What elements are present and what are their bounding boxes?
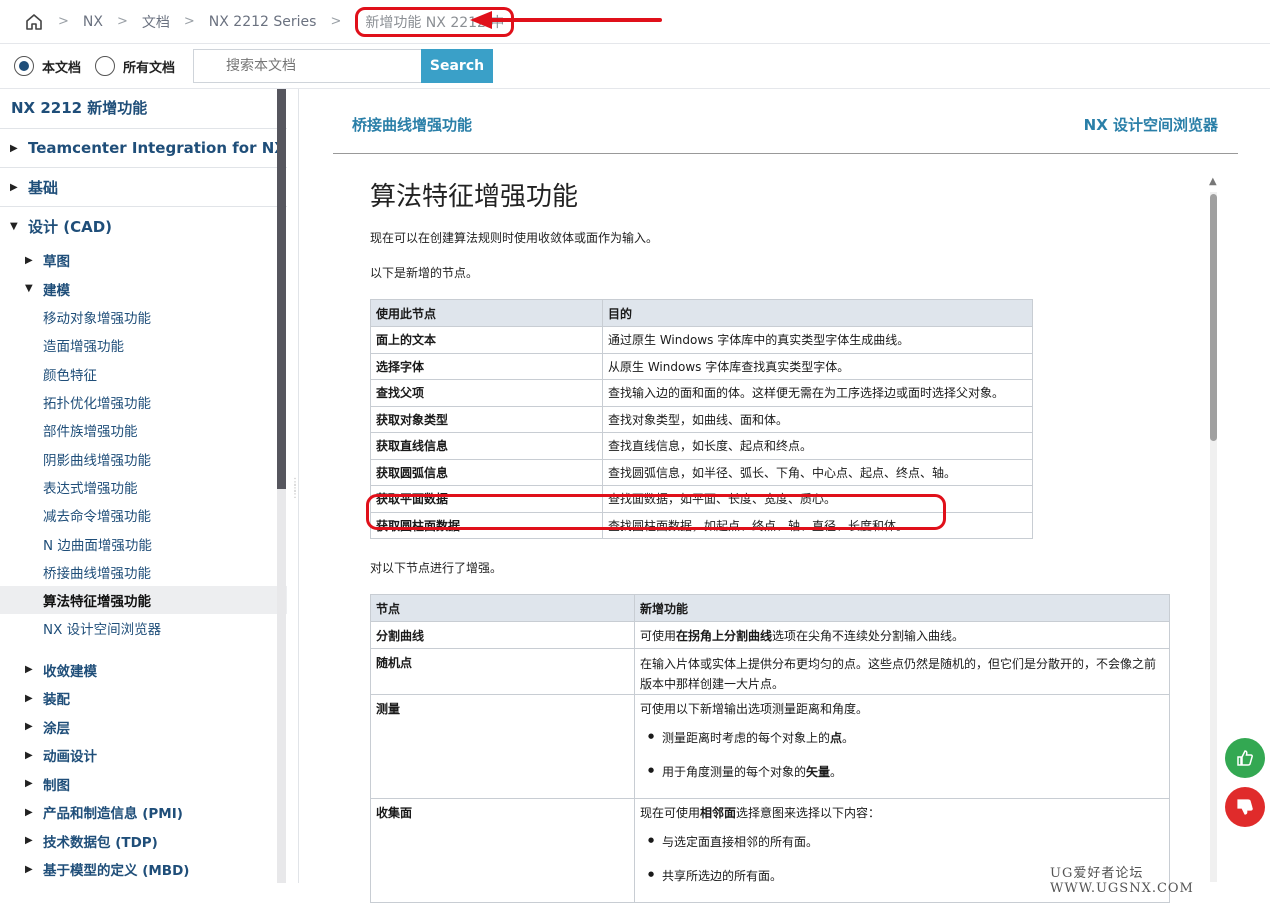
toc-item-subtract[interactable]: 减去命令增强功能 <box>0 501 287 529</box>
pane-splitter-handle[interactable]: ⋮ ⋮ ⋮ <box>290 478 300 516</box>
caret-right-icon[interactable]: ▶ <box>25 864 35 875</box>
toc-item-part-family[interactable]: 部件族增强功能 <box>0 416 287 444</box>
scope-this-doc-label: 本文档 <box>42 60 82 76</box>
new-nodes-intro: 以下是新增的节点。 <box>370 266 479 280</box>
toc-item-face-creation[interactable]: 造面增强功能 <box>0 331 287 359</box>
table-header: 节点 <box>370 594 635 622</box>
scope-this-doc-radio[interactable]: 本文档 <box>14 56 81 76</box>
toc-item-topology-optimization[interactable]: 拓扑优化增强功能 <box>0 388 287 416</box>
bullet-list: 测量距离时考虑的每个对象上的点。 用于角度测量的每个对象的矢量。 <box>640 729 1164 780</box>
list-item: 用于角度测量的每个对象的矢量。 <box>648 763 1164 780</box>
radio-unchecked-icon <box>95 56 116 76</box>
toc-item-pmi[interactable]: ▶ 产品和制造信息 (PMI) <box>0 798 287 827</box>
toc-item-shadow-curve[interactable]: 阴影曲线增强功能 <box>0 444 287 472</box>
watermark: UG爱好者论坛 WWW.UGSNX.COM <box>1050 866 1194 896</box>
scroll-up-arrow-icon[interactable]: ▲ <box>1209 176 1217 187</box>
breadcrumb-item-nx[interactable]: NX <box>83 14 103 30</box>
table-row: 面上的文本 通过原生 Windows 字体库中的真实类型字体生成曲线。 <box>370 326 1033 354</box>
toc-item-n-sided-surface[interactable]: N 边曲面增强功能 <box>0 529 287 557</box>
caret-down-icon[interactable]: ▼ <box>10 221 20 232</box>
list-item: 与选定面直接相邻的所有面。 <box>648 833 1164 850</box>
toc-item-mbd[interactable]: ▶ 基于模型的定义 (MBD) <box>0 855 287 883</box>
toc-item-bridge-curve[interactable]: 桥接曲线增强功能 <box>0 558 287 586</box>
page-title: 算法特征增强功能 <box>370 182 579 212</box>
toc-item-sketch[interactable]: ▶ 草图 <box>0 246 287 275</box>
home-icon[interactable] <box>24 12 44 32</box>
content-divider <box>298 89 299 883</box>
table-row: 测量 可使用以下新增输出选项测量距离和角度。 测量距离时考虑的每个对象上的点。 … <box>370 693 1170 799</box>
toc-item-color-feature[interactable]: 颜色特征 <box>0 360 287 388</box>
table-header-row: 节点 新增功能 <box>370 594 1170 622</box>
caret-right-icon[interactable]: ▶ <box>25 693 35 704</box>
intro-text: 现在可以在创建算法规则时使用收敛体或面作为输入。 <box>370 231 659 245</box>
caret-right-icon[interactable]: ▶ <box>25 807 35 818</box>
sidebar-toc: NX 2212 新增功能 ▶ Teamcenter Integration for… <box>0 89 287 883</box>
enhanced-nodes-intro: 对以下节点进行了增强。 <box>370 561 503 575</box>
toc-item-convergent-modeling[interactable]: ▶ 收敛建模 <box>0 656 287 685</box>
toc-item-drafting[interactable]: ▶ 制图 <box>0 770 287 799</box>
toc-item-teamcenter[interactable]: ▶ Teamcenter Integration for NX <box>0 129 287 168</box>
prev-topic-link[interactable]: 桥接曲线增强功能 <box>352 114 472 135</box>
annotation-arrow-icon <box>470 11 662 29</box>
nav-divider <box>333 153 1238 154</box>
scope-all-docs-label: 所有文档 <box>123 60 176 76</box>
table-row: 获取圆弧信息 查找圆弧信息，如半径、弧长、下角、中心点、起点、终点、轴。 <box>370 458 1033 486</box>
caret-right-icon[interactable]: ▶ <box>25 255 35 266</box>
toc-item-move-object[interactable]: 移动对象增强功能 <box>0 303 287 331</box>
table-row: 选择字体 从原生 Windows 字体库查找真实类型字体。 <box>370 352 1033 380</box>
chevron-right-icon: > <box>183 14 195 29</box>
table-header: 使用此节点 <box>370 299 603 327</box>
search-input[interactable] <box>193 49 421 83</box>
thumbs-up-icon <box>1237 750 1253 766</box>
table-header: 目的 <box>602 299 1033 327</box>
scrollbar-thumb[interactable] <box>1210 194 1217 441</box>
sidebar-scrollbar-thumb[interactable] <box>277 89 286 489</box>
caret-right-icon[interactable]: ▶ <box>25 664 35 675</box>
thumbs-down-button[interactable] <box>1225 787 1265 827</box>
toc-item-design-space-explorer[interactable]: NX 设计空间浏览器 <box>0 614 287 642</box>
toc-item-tdp[interactable]: ▶ 技术数据包 (TDP) <box>0 827 287 856</box>
table-row: 随机点 在输入片体或实体上提供分布更均匀的点。这些点仍然是随机的，但它们是分散开… <box>370 647 1170 695</box>
breadcrumb-item-series[interactable]: NX 2212 Series <box>209 14 317 30</box>
thumbs-up-button[interactable] <box>1225 738 1265 778</box>
caret-down-icon[interactable]: ▼ <box>25 283 35 294</box>
table-row: 分割曲线 可使用在拐角上分割曲线选项在尖角不连续处分割输入曲线。 <box>370 621 1170 649</box>
search-bar: 本文档 所有文档 Search <box>0 44 1270 89</box>
radio-checked-icon <box>14 56 34 76</box>
breadcrumb-item-docs[interactable]: 文档 <box>142 12 170 32</box>
chevron-right-icon: > <box>330 14 342 29</box>
caret-right-icon[interactable]: ▶ <box>25 778 35 789</box>
toc-item-modeling[interactable]: ▼ 建模 <box>0 275 287 304</box>
search-button[interactable]: Search <box>421 49 493 83</box>
toc-item-animation-design[interactable]: ▶ 动画设计 <box>0 741 287 770</box>
toc-item-expressions[interactable]: 表达式增强功能 <box>0 473 287 501</box>
table-header-row: 使用此节点 目的 <box>370 299 1033 327</box>
toc-item-algorithmic-feature[interactable]: 算法特征增强功能 <box>0 585 287 615</box>
caret-right-icon[interactable]: ▶ <box>10 182 20 193</box>
table-header: 新增功能 <box>634 594 1170 622</box>
chevron-right-icon: > <box>116 14 128 29</box>
caret-right-icon[interactable]: ▶ <box>25 721 35 732</box>
toc-item-design[interactable]: ▼ 设计 (CAD) <box>0 207 287 246</box>
sidebar-scrollbar[interactable] <box>277 89 286 883</box>
thumbs-down-icon <box>1237 799 1253 815</box>
next-topic-link[interactable]: NX 设计空间浏览器 <box>1084 114 1218 135</box>
scope-all-docs-radio[interactable]: 所有文档 <box>95 56 175 76</box>
list-item: 测量距离时考虑的每个对象上的点。 <box>648 729 1164 746</box>
caret-right-icon[interactable]: ▶ <box>25 750 35 761</box>
toc-title[interactable]: NX 2212 新增功能 <box>0 89 287 129</box>
caret-right-icon[interactable]: ▶ <box>10 143 20 154</box>
caret-right-icon[interactable]: ▶ <box>25 835 35 846</box>
toc-item-coating[interactable]: ▶ 涂层 <box>0 713 287 742</box>
annotation-highlight-box <box>366 494 946 530</box>
table-row: 获取对象类型 查找对象类型，如曲线、面和体。 <box>370 405 1033 433</box>
content-scrollbar[interactable]: ▲ <box>1207 176 1219 883</box>
toc-item-assembly[interactable]: ▶ 装配 <box>0 684 287 713</box>
article: 算法特征增强功能 现在可以在创建算法规则时使用收敛体或面作为输入。 以下是新增的… <box>370 176 1190 903</box>
chevron-right-icon: > <box>58 14 69 29</box>
toc-item-basics[interactable]: ▶ 基础 <box>0 168 287 207</box>
enhanced-nodes-table: 节点 新增功能 分割曲线 可使用在拐角上分割曲线选项在尖角不连续处分割输入曲线。… <box>370 594 1170 903</box>
table-row: 查找父项 查找输入边的面和面的体。这样便无需在为工序选择边或面时选择父对象。 <box>370 379 1033 407</box>
table-row: 获取直线信息 查找直线信息，如长度、起点和终点。 <box>370 432 1033 460</box>
